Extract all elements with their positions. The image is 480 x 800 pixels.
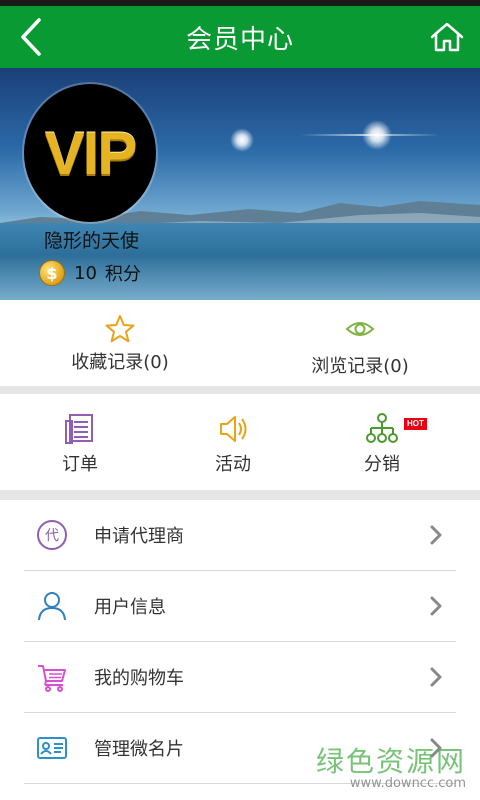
star-icon (105, 315, 135, 343)
page-title: 会员中心 (185, 24, 294, 55)
watermark-brand: 绿色资源网 (315, 745, 466, 778)
activity-button[interactable]: 活动 (153, 394, 313, 490)
feature-grid: 订单 活动 分销 (0, 394, 480, 490)
user-icon (36, 590, 68, 622)
favorites-record-label: 收藏记录(0) (71, 352, 169, 373)
distribution-button[interactable]: 分销 (302, 394, 462, 490)
vip-badge: VIP (44, 119, 138, 187)
menu-item-user-info[interactable]: 用户信息 (24, 571, 456, 642)
distribution-label: 分销 (364, 454, 400, 475)
back-arrow-icon (21, 18, 41, 56)
orders-label: 订单 (62, 454, 98, 475)
coin-icon: $ (40, 261, 64, 285)
menu-item-label: 我的购物车 (94, 668, 184, 689)
menu-item-cart[interactable]: 我的购物车 (24, 642, 456, 713)
hot-badge: HOT (404, 418, 427, 430)
home-button[interactable] (424, 14, 470, 60)
app-header: 会员中心 (0, 6, 480, 68)
light-ray (300, 134, 440, 136)
browse-record-label: 浏览记录(0) (311, 356, 409, 377)
agent-icon: 代 (36, 519, 68, 551)
card-icon (36, 732, 68, 764)
menu-item-label: 申请代理商 (94, 526, 184, 547)
speaker-icon (220, 416, 247, 442)
eye-icon (345, 322, 375, 336)
favorites-record-button[interactable]: 收藏记录(0) (0, 300, 240, 386)
points-display: $ 10 积分 (40, 260, 141, 286)
menu-item-label: 用户信息 (94, 597, 166, 618)
watermark: 绿色资源网 www.downcc.com (316, 740, 466, 791)
chevron-right-icon (430, 667, 442, 687)
section-divider (0, 386, 480, 394)
agent-icon-char: 代 (45, 528, 59, 544)
order-icon (65, 414, 93, 444)
activity-label: 活动 (215, 454, 251, 475)
records-row: 收藏记录(0) 浏览记录(0) (0, 300, 480, 386)
avatar[interactable]: VIP (24, 84, 156, 222)
username: 隐形的天使 (44, 230, 140, 252)
chevron-right-icon (430, 525, 442, 545)
section-divider (0, 490, 480, 500)
menu-item-apply-agent[interactable]: 代 申请代理商 (24, 500, 456, 571)
back-button[interactable] (8, 14, 54, 60)
home-icon (430, 22, 464, 52)
points-unit: 积分 (104, 264, 141, 285)
watermark-url: www.downcc.com (349, 776, 466, 791)
sun-glare (230, 128, 254, 152)
distribution-icon (366, 413, 398, 443)
points-value: 10 (74, 262, 97, 284)
orders-button[interactable]: 订单 (0, 394, 160, 490)
browse-record-button[interactable]: 浏览记录(0) (240, 300, 480, 386)
cart-icon (36, 661, 68, 693)
chevron-right-icon (430, 596, 442, 616)
